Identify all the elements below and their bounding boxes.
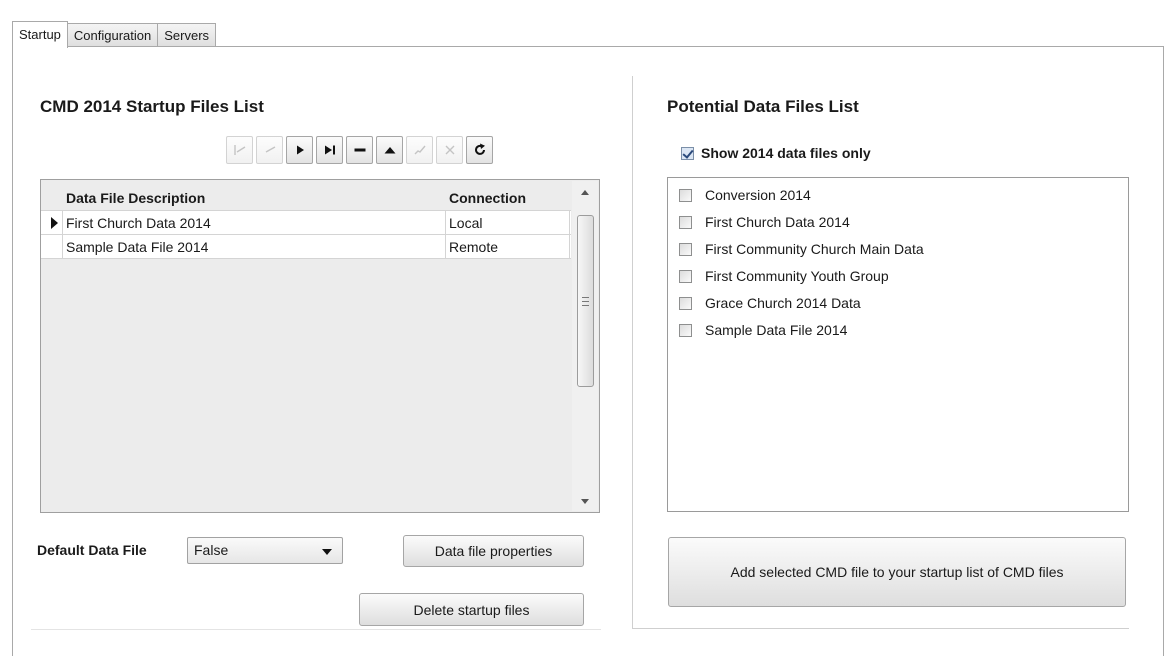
row-indicator [41,211,63,235]
add-selected-file-button[interactable]: Add selected CMD file to your startup li… [668,537,1126,607]
tab-startup[interactable]: Startup [12,21,68,48]
prior-record-button[interactable] [256,136,283,164]
tab-configuration[interactable]: Configuration [66,23,159,47]
list-item[interactable]: First Community Youth Group [679,268,889,284]
list-item-checkbox[interactable] [679,323,692,337]
startup-list-title: CMD 2014 Startup Files List [40,97,264,116]
startup-files-grid[interactable]: Data File Description Connection First C… [40,179,600,513]
table-row[interactable]: Sample Data File 2014 Remote [41,234,571,259]
last-record-icon [324,145,335,155]
refresh-icon [474,143,485,155]
list-item[interactable]: Sample Data File 2014 [679,322,847,338]
tab-bar: Startup Configuration Servers [12,21,217,48]
first-record-button[interactable] [226,136,253,164]
list-item-checkbox[interactable] [679,242,692,256]
chevron-down-icon [322,549,332,555]
data-file-properties-button[interactable]: Data file properties [403,535,584,567]
scroll-down-button[interactable] [572,491,598,511]
prior-record-icon [265,146,275,153]
list-item-label: First Community Church Main Data [705,241,924,257]
potential-list-title: Potential Data Files List [667,97,859,116]
potential-files-list[interactable]: Conversion 2014 First Church Data 2014 F… [667,177,1129,512]
list-item-label: First Community Youth Group [705,268,889,284]
list-item-label: Sample Data File 2014 [705,322,848,338]
list-item-checkbox[interactable] [679,188,692,202]
default-data-file-value: False [194,542,229,558]
first-record-icon [233,145,245,155]
scroll-up-arrow-icon [581,189,589,195]
list-item-checkbox[interactable] [679,215,692,229]
row-connection[interactable]: Remote [446,235,570,259]
scroll-up-button[interactable] [572,182,598,202]
cancel-edit-button[interactable] [436,136,463,164]
list-item[interactable]: Conversion 2014 [679,187,811,203]
cancel-edit-icon [445,145,454,155]
next-record-button[interactable] [286,136,313,164]
navigator-toolbar [226,136,493,164]
grid-indicator-header [41,186,63,210]
list-item[interactable]: Grace Church 2014 Data [679,295,861,311]
tab-servers[interactable]: Servers [157,23,217,47]
show-2014-only-option[interactable]: Show 2014 data files only [681,145,871,161]
table-row[interactable]: First Church Data 2014 Local [41,210,571,235]
next-record-icon [296,145,304,155]
row-description[interactable]: First Church Data 2014 [63,211,446,235]
list-item-label: First Church Data 2014 [705,214,850,230]
list-item[interactable]: First Community Church Main Data [679,241,924,257]
show-2014-only-label: Show 2014 data files only [701,145,871,161]
list-item-label: Grace Church 2014 Data [705,295,861,311]
edit-record-button[interactable] [376,136,403,164]
refresh-button[interactable] [466,136,493,164]
grid-vertical-scrollbar[interactable] [572,181,598,511]
grip-icon [582,296,589,306]
delete-record-button[interactable] [346,136,373,164]
scrollbar-thumb[interactable] [577,215,594,387]
delete-startup-files-button[interactable]: Delete startup files [359,593,584,626]
post-edit-icon [414,145,426,155]
delete-record-icon [354,148,365,152]
last-record-button[interactable] [316,136,343,164]
row-indicator [41,235,63,259]
show-2014-only-checkbox[interactable] [681,146,694,160]
startup-files-frame-divider [31,629,601,630]
list-item-checkbox[interactable] [679,296,692,310]
column-header-connection[interactable]: Connection [446,186,570,210]
grid-header: Data File Description Connection [41,186,572,210]
row-connection[interactable]: Local [446,211,570,235]
row-description[interactable]: Sample Data File 2014 [63,235,446,259]
edit-record-icon [384,147,395,154]
list-item[interactable]: First Church Data 2014 [679,214,850,230]
default-data-file-label: Default Data File [37,542,147,558]
list-item-checkbox[interactable] [679,269,692,283]
list-item-label: Conversion 2014 [705,187,811,203]
column-header-description[interactable]: Data File Description [63,186,446,210]
default-data-file-select[interactable]: False [187,537,343,564]
current-row-pointer-icon [51,217,58,229]
scroll-down-arrow-icon [581,498,589,504]
post-edit-button[interactable] [406,136,433,164]
